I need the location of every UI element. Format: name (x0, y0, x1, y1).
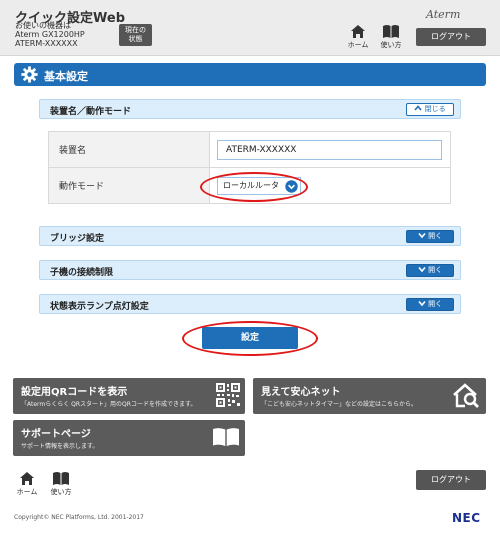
device-name-cell (209, 131, 451, 168)
qr-code-tile-title: 設定用QRコードを表示 (21, 387, 128, 398)
operation-mode-label: 動作モード (48, 167, 210, 204)
open-bridge-button[interactable]: 開く (406, 230, 454, 243)
open-bridge-label: 開く (428, 232, 443, 240)
home-search-icon (453, 383, 479, 408)
support-tile[interactable]: サポートページ サポート情報を表示します。 (13, 420, 245, 456)
footer-manual-button[interactable]: 使い方 (48, 471, 74, 501)
footer-home-button[interactable]: ホーム (14, 471, 40, 501)
section-device-mode: 装置名／動作モード 閉じる (39, 99, 461, 119)
qr-code-icon (216, 383, 240, 407)
support-tile-title: サポートページ (21, 429, 91, 440)
home-nav-label: ホーム (347, 41, 369, 49)
section-lamp: 状態表示ランプ点灯設定 開く (39, 294, 461, 314)
chevron-down-icon (418, 266, 426, 273)
current-status-button[interactable]: 現在の 状態 (119, 24, 152, 46)
book-icon (383, 25, 399, 38)
home-icon (351, 25, 365, 38)
device-name-input[interactable] (217, 139, 442, 160)
section-bridge-label: ブリッジ設定 (50, 234, 105, 244)
open-lamp-label: 開く (428, 300, 443, 308)
section-child-limit-label: 子機の接続制限 (50, 268, 114, 278)
chevron-up-icon (414, 105, 422, 111)
qr-code-tile-desc: 「Atermらくらく QRスタート」用のQRコードを作成できます。 (21, 401, 197, 408)
open-child-limit-label: 開く (428, 266, 443, 274)
close-section-label: 閉じる (424, 105, 446, 113)
home-icon (20, 472, 34, 485)
device-model: Aterm GX1200HP (15, 30, 85, 39)
manual-nav-label: 使い方 (380, 41, 402, 49)
footer-manual-label: 使い方 (50, 488, 72, 496)
status-label-line1: 現在の (125, 26, 146, 34)
page-title-bar: 基本設定 (14, 63, 486, 86)
footer-home-label: ホーム (16, 488, 38, 496)
status-label-line2: 状態 (128, 35, 143, 43)
footer-logout-button[interactable]: ログアウト (416, 470, 486, 490)
open-lamp-button[interactable]: 開く (406, 298, 454, 311)
nec-logo: NEC (452, 511, 481, 525)
safety-net-tile[interactable]: 見えて安心ネット 「こども安心ネットタイマー」などの設定はこちらから。 (253, 378, 486, 414)
device-name-label: 装置名 (48, 131, 210, 168)
qr-code-tile[interactable]: 設定用QRコードを表示 「Atermらくらく QRスタート」用のQRコードを作成… (13, 378, 245, 414)
safety-net-tile-title: 見えて安心ネット (261, 387, 341, 398)
header: クイック設定Web お使いの機器は Aterm GX1200HP ATERM-X… (0, 0, 500, 56)
highlight-ellipse (182, 321, 318, 356)
support-tile-desc: サポート情報を表示します。 (21, 443, 99, 450)
device-caption: お使いの機器は (15, 21, 71, 30)
table-row: 装置名 (48, 131, 451, 168)
home-nav-button[interactable]: ホーム (345, 24, 371, 54)
copyright-text: Copyright© NEC Platforms, Ltd. 2001-2017 (14, 514, 144, 521)
chevron-down-icon (418, 232, 426, 239)
logout-button[interactable]: ログアウト (416, 28, 486, 46)
book-icon (53, 472, 69, 485)
gear-icon (21, 66, 38, 83)
section-child-limit: 子機の接続制限 開く (39, 260, 461, 280)
manual-nav-button[interactable]: 使い方 (378, 24, 404, 54)
close-section-button[interactable]: 閉じる (406, 103, 454, 116)
safety-net-tile-desc: 「こども安心ネットタイマー」などの設定はこちらから。 (261, 401, 418, 408)
chevron-down-icon (418, 300, 426, 307)
page-title: 基本設定 (44, 70, 88, 83)
section-device-mode-label: 装置名／動作モード (50, 107, 132, 117)
aterm-logo: Aterm (426, 8, 461, 21)
open-child-limit-button[interactable]: 開く (406, 264, 454, 277)
highlight-ellipse (200, 172, 308, 202)
book-icon (213, 428, 239, 446)
section-lamp-label: 状態表示ランプ点灯設定 (50, 302, 149, 312)
section-bridge: ブリッジ設定 開く (39, 226, 461, 246)
device-name: ATERM-XXXXXX (15, 39, 78, 48)
